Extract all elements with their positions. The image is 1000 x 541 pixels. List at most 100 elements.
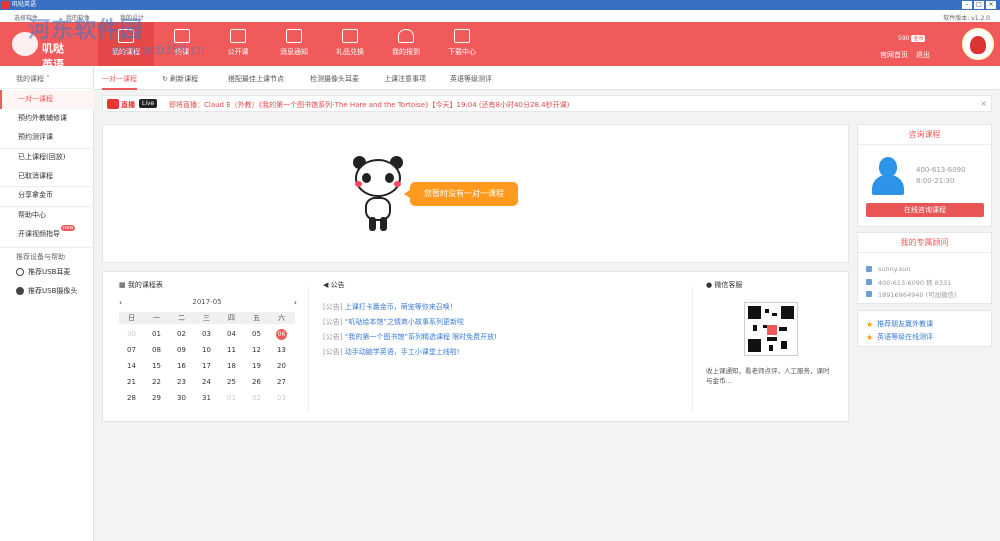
weekday-label: 一	[153, 314, 160, 322]
calendar-day[interactable]: 20	[269, 358, 294, 374]
calendar-day[interactable]: 01	[144, 326, 169, 342]
home-link[interactable]: 官网首页	[880, 51, 908, 59]
advisor-name-row: sunny.sun	[866, 265, 910, 273]
close-icon[interactable]: ×	[980, 99, 987, 108]
calendar-day[interactable]: 03	[194, 326, 219, 342]
calendar-day[interactable]: 30	[169, 390, 194, 406]
app-icon	[1, 1, 9, 9]
live-message[interactable]: 即将直播：Claud E（外教）《我的第一个图书馆系列-The Hare and…	[169, 100, 569, 110]
calendar-day[interactable]: 17	[194, 358, 219, 374]
nav-open-class[interactable]: 公开课	[210, 22, 266, 66]
calendar-day[interactable]: 24	[194, 374, 219, 390]
nav-download[interactable]: 下载中心	[434, 22, 490, 66]
refresh-icon: ↻	[162, 75, 171, 83]
calendar-day[interactable]: 27	[269, 374, 294, 390]
calendar-day[interactable]: 19	[244, 358, 269, 374]
calendar-day[interactable]: 30	[119, 326, 144, 342]
nav-label: 礼品兑换	[336, 48, 364, 56]
minimize-button[interactable]: –	[962, 1, 972, 9]
sidebar-item-cancelled[interactable]: 已取消课程	[0, 167, 94, 186]
tab-refresh[interactable]: ↻ 刷新课程	[162, 74, 198, 84]
devices-heading: 推荐设备与帮助	[16, 253, 65, 261]
nav-profile[interactable]: 我的报到	[378, 22, 434, 66]
sidebar-item-assessment[interactable]: 预约测评课	[0, 128, 94, 147]
header-account: 590 金币 官网首页 退出	[880, 22, 1000, 66]
calendar-day[interactable]: 22	[144, 374, 169, 390]
calendar-day[interactable]: 01	[219, 390, 244, 406]
notice-item[interactable]: [公告] 上课打卡赢金币，萌宠等你来召唤！	[323, 302, 457, 312]
chevron-down-icon: ˅	[44, 75, 50, 83]
consult-title: 咨询课程	[858, 125, 991, 145]
tab-one-on-one[interactable]: 一对一课程	[102, 74, 137, 90]
calendar-day[interactable]: 02	[169, 326, 194, 342]
gift-icon	[342, 29, 358, 43]
calendar-day[interactable]: 06	[269, 326, 294, 342]
star-icon: ★	[866, 332, 874, 342]
calendar-day[interactable]: 11	[219, 342, 244, 358]
notice-item[interactable]: [公告] “叽哒绘本馆”之情商小故事系列更新啦	[323, 317, 464, 327]
phone-icon	[866, 279, 872, 285]
calendar-day[interactable]: 29	[144, 390, 169, 406]
user-icon	[398, 29, 414, 43]
calendar-day[interactable]: 23	[169, 374, 194, 390]
sidebar-item-replay[interactable]: 已上课程(回放)	[0, 148, 94, 167]
calendar-day[interactable]: 28	[119, 390, 144, 406]
avatar[interactable]	[962, 28, 994, 60]
calendar-day[interactable]: 14	[119, 358, 144, 374]
calendar-day[interactable]: 08	[144, 342, 169, 358]
calendar-day[interactable]: 31	[194, 390, 219, 406]
device-camera[interactable]: 推荐USB摄像头	[16, 286, 77, 296]
calendar-day[interactable]: 25	[219, 374, 244, 390]
calendar-day[interactable]: 09	[169, 342, 194, 358]
advisor-title: 我的专属顾问	[858, 233, 991, 253]
close-button[interactable]: ×	[986, 1, 996, 9]
calendar-day[interactable]: 05	[244, 326, 269, 342]
recommend-link[interactable]: ★ 推荐朋友赢外教课	[866, 319, 933, 329]
bottom-panel: ▦ 我的课程表 ‹ 2017-05 › 日一二三四五六 30 01 02 03 04 05 0…	[102, 271, 849, 422]
tab-device-check[interactable]: 检测摄像头耳麦	[310, 74, 359, 84]
device-label: 推荐USB摄像头	[28, 287, 78, 295]
calendar-day[interactable]: 03	[269, 390, 294, 406]
online-consult-button[interactable]: 在线咨询课程	[866, 203, 984, 217]
weekday-label: 日	[128, 314, 135, 322]
calendar-day[interactable]: 18	[219, 358, 244, 374]
sidebar-item-foreign-tutor[interactable]: 预约外教辅修课	[0, 109, 94, 128]
sidebar-item-help[interactable]: 帮助中心	[0, 206, 94, 225]
calendar-day[interactable]: 04	[219, 326, 244, 342]
recommend-link[interactable]: ★ 英语等级在线测评	[866, 332, 933, 342]
calendar-day[interactable]: 12	[244, 342, 269, 358]
live-banner[interactable]: 直播 Live 即将直播：Claud E（外教）《我的第一个图书馆系列-The …	[102, 95, 992, 112]
calendar-day[interactable]: 16	[169, 358, 194, 374]
open-class-icon	[230, 29, 246, 43]
calendar-day[interactable]: 15	[144, 358, 169, 374]
weekday-label: 六	[278, 314, 285, 322]
tab-level-test[interactable]: 英语等级测评	[450, 74, 492, 84]
star-icon: ★	[866, 319, 874, 329]
calendar-day[interactable]: 26	[244, 374, 269, 390]
nav-label: 消息通知	[280, 48, 308, 56]
notice-item[interactable]: [公告] “我的第一个图书馆”系列精选课程 限时免费开放!	[323, 332, 497, 342]
schedule-title: ▦ 我的课程表	[119, 281, 163, 289]
nav-gifts[interactable]: 礼品兑换	[322, 22, 378, 66]
sidebar-heading[interactable]: 我的课程 ˅	[16, 74, 50, 84]
next-month-arrow[interactable]: ›	[294, 298, 297, 307]
notice-item[interactable]: [公告] 动手动脑学英语，手工小课堂上线啦!	[323, 347, 460, 357]
consult-phone: 400-613-6090	[916, 166, 966, 174]
calendar-day[interactable]: 13	[269, 342, 294, 358]
tab-notes[interactable]: 上课注意事项	[384, 74, 426, 84]
device-headset[interactable]: 推荐USB耳麦	[16, 267, 70, 277]
sidebar-item-share[interactable]: 分享拿金币	[0, 186, 94, 205]
nav-messages[interactable]: 消息通知	[266, 22, 322, 66]
sidebar-item-video-guide[interactable]: 开课视频指导new	[0, 225, 94, 244]
calendar-day[interactable]: 10	[194, 342, 219, 358]
calendar-day[interactable]: 02	[244, 390, 269, 406]
logout-link[interactable]: 退出	[916, 51, 930, 59]
empty-message: 您暂时没有一对一课程	[404, 182, 518, 206]
sidebar-item-one-on-one[interactable]: 一对一课程	[0, 90, 94, 109]
tab-best-time[interactable]: 搭配最佳上课节点	[228, 74, 284, 84]
maximize-button[interactable]: □	[974, 1, 984, 9]
calendar-day[interactable]: 21	[119, 374, 144, 390]
calendar-day[interactable]: 07	[119, 342, 144, 358]
recommend-card: ★ 推荐朋友赢外教课 ★ 英语等级在线测评	[857, 310, 992, 347]
nav-label: 下载中心	[448, 48, 476, 56]
